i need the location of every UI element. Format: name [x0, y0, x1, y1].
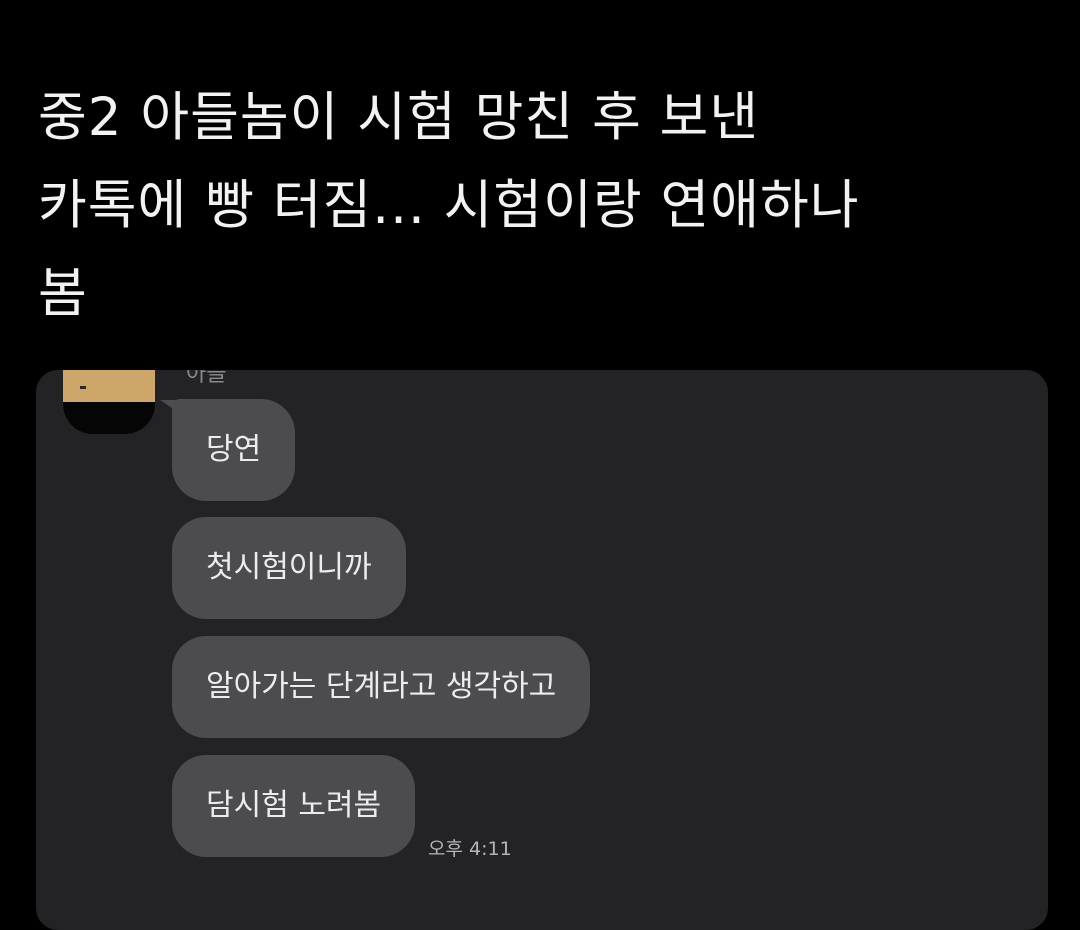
sender-name: 아들 [186, 370, 227, 387]
headline-line-1: 중2 아들놈이 시험 망친 후 보낸 [38, 87, 760, 148]
chat-screenshot-panel: 아들 당연 첫시험이니까 알아가는 단계라고 생각하고 담시험 노려봄 오후 4… [36, 370, 1048, 930]
message-timestamp: 오후 4:11 [428, 838, 512, 860]
avatar-image [63, 370, 155, 402]
message-bubble-3[interactable]: 알아가는 단계라고 생각하고 [172, 636, 591, 738]
message-bubble-4[interactable]: 담시험 노려봄 [172, 755, 416, 857]
headline-line-2: 카톡에 빵 터짐... 시험이랑 연애하나 [38, 175, 860, 236]
post-headline: 중2 아들놈이 시험 망친 후 보낸 카톡에 빵 터짐... 시험이랑 연애하나… [38, 74, 1038, 338]
avatar-mark [80, 386, 86, 389]
profile-avatar[interactable] [63, 370, 155, 434]
message-bubble-1[interactable]: 당연 [172, 399, 296, 501]
message-bubble-2[interactable]: 첫시험이니까 [172, 517, 406, 619]
headline-line-3: 봄 [38, 263, 88, 324]
